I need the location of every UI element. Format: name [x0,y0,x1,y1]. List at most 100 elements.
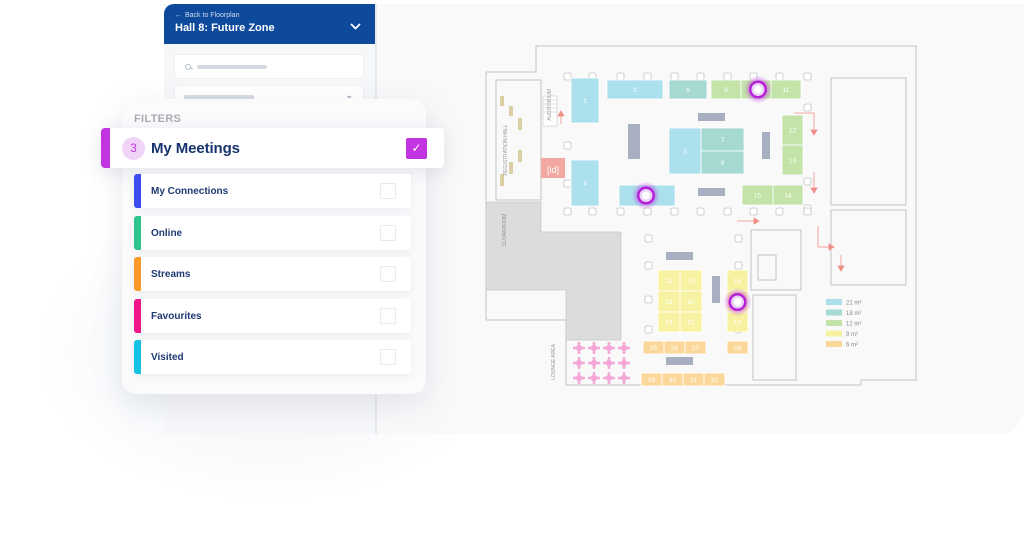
lounge-chair [603,346,606,350]
lounge-chair [607,372,611,375]
booth-20[interactable]: 20 [679,290,703,313]
pillar [775,72,784,81]
legend-swatch [826,330,842,337]
arrow-left-icon: ← [175,12,182,19]
booth-22[interactable]: 22 [657,269,681,292]
filter-checkbox[interactable] [380,308,396,324]
filter-checkbox[interactable] [380,183,396,199]
lounge-table [590,344,598,352]
filter-visited[interactable]: Visited [134,340,411,374]
booth-16[interactable]: 16 [726,269,749,292]
cloakroom-label: CLOAKROOM [502,214,508,247]
legend-label: 12 m² [846,322,861,328]
booth-number: 24 [665,320,673,327]
chevron-down-icon [350,23,361,30]
lounge-chair [582,361,585,365]
booth-21[interactable]: 21 [679,311,703,333]
booth-number: 13 [789,158,797,165]
filter-checkbox[interactable] [380,349,396,365]
lounge-chair [577,372,581,375]
booth-number: 28 [734,345,742,352]
lounge-chair [622,366,626,369]
lounge-chair [622,372,626,375]
pillar [734,261,743,270]
booth-9[interactable]: 9 [710,79,742,100]
booth-number: 22 [665,278,673,285]
booth-1[interactable]: 1 [570,77,600,124]
booth-2[interactable]: 2 [606,79,664,100]
booth-number: 27 [692,345,700,352]
lounge-table [605,359,613,367]
booth-13[interactable]: 13 [781,144,804,176]
booth-8[interactable]: 8 [700,150,745,175]
lounge-chair [597,376,600,380]
lounge-seating [573,342,630,384]
meetings-count-badge: 3 [122,136,145,160]
booth-30[interactable]: 30 [661,372,684,387]
meeting-pin[interactable] [723,288,752,316]
lounge-chair [573,346,576,350]
booth-11[interactable]: 11 [770,79,802,100]
lounge-table [605,374,613,382]
meeting-pin[interactable] [744,75,772,104]
lounge-chair [577,357,581,360]
hall-select-button[interactable] [350,22,361,33]
booth-27[interactable]: 27 [684,340,707,355]
filter-color-accent [134,174,141,208]
legend-label: 6 m² [846,343,858,349]
filter-online[interactable]: Online [134,216,411,250]
booth-number: 31 [690,377,698,384]
back-to-floorplan-link[interactable]: ← Back to Floorplan [175,12,363,19]
lounge-table [575,344,583,352]
booth-26[interactable]: 26 [663,340,686,355]
my-meetings-checkbox[interactable]: ✓ [406,138,427,159]
lounge-chair [612,376,615,380]
lounge-table [590,374,598,382]
search-input[interactable] [174,54,364,79]
pillar [643,72,652,81]
legend-label: 9 m² [846,332,858,338]
booth-29[interactable]: 29 [640,372,663,387]
lounge-chair [597,361,600,365]
booth-number: 18 [734,320,742,327]
booth-24[interactable]: 24 [657,311,681,333]
booth-number: 14 [784,193,792,200]
filter-my-connections[interactable]: My Connections [134,174,411,208]
filter-color-accent [101,128,110,168]
filter-streams[interactable]: Streams [134,257,411,291]
booth-6[interactable]: 6 [668,79,708,100]
booth-4[interactable]: 4 [570,159,600,207]
booth-31[interactable]: 31 [682,372,705,387]
filter-label: My Connections [151,185,229,197]
booth-32[interactable]: 32 [703,372,726,387]
lounge-chair [627,376,630,380]
legend: 21 m² 18 m² 12 m² 9 m² 6 m² [826,299,861,349]
booth-15[interactable]: 15 [741,184,774,206]
booth-3[interactable]: 3 [668,127,702,175]
pin-center [754,85,762,94]
pillar [696,207,705,216]
floorplan-map[interactable]: [id] REGISTRATION HALL AUDITORIUM CLOAKR… [377,4,1024,434]
booth-7[interactable]: 7 [700,127,745,152]
booth-14[interactable]: 14 [772,184,804,206]
floorplan-canvas[interactable]: [id] REGISTRATION HALL AUDITORIUM CLOAKR… [376,4,1024,434]
booth-23[interactable]: 23 [657,290,681,313]
filter-favourites[interactable]: Favourites [134,299,411,333]
booth-19[interactable]: 19 [679,269,703,292]
meeting-pin[interactable] [632,181,660,210]
booth-number: 25 [650,345,658,352]
booth-number: 16 [734,278,742,285]
legend-swatch [826,341,842,347]
booth-number: 9 [724,87,728,94]
checkmark-icon: ✓ [411,141,422,155]
filter-my-meetings[interactable]: 3 My Meetings ✓ [101,128,444,168]
booth-28[interactable]: 28 [726,340,749,355]
booth-number: 26 [671,345,679,352]
booth-25[interactable]: 25 [642,340,665,355]
lounge-chair [627,361,630,365]
pillar [749,207,758,216]
filter-color-accent [134,257,141,291]
booth-12[interactable]: 12 [781,114,804,146]
filter-checkbox[interactable] [380,266,396,282]
filter-checkbox[interactable] [380,225,396,241]
